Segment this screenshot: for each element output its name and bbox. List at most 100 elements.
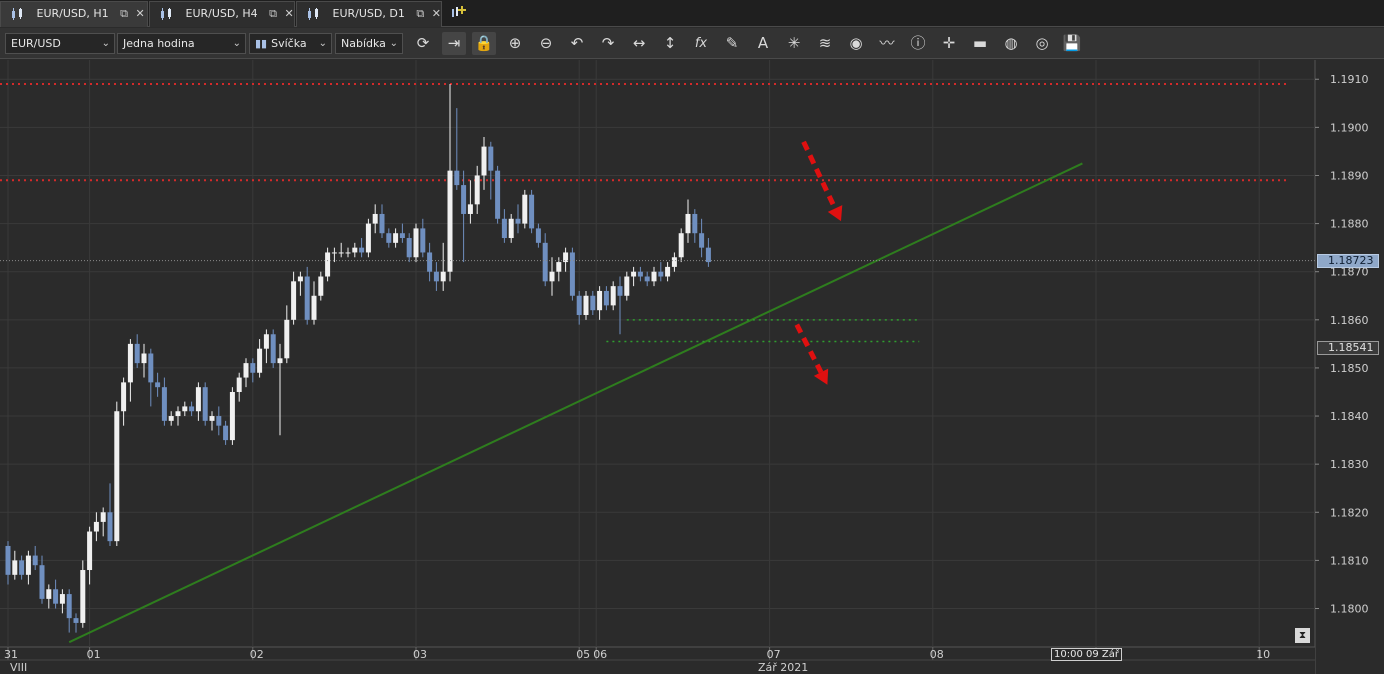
time-tick-label: 02 (250, 648, 264, 661)
candle-body (277, 358, 283, 364)
candle-body (467, 204, 473, 214)
period-select[interactable]: Jedna hodina ⌄ (117, 33, 246, 54)
candle-body (508, 218, 514, 239)
bid-price-tag: 1.18723 (1317, 253, 1379, 268)
save-icon[interactable]: 💾 (1060, 32, 1084, 55)
tab-label: EUR/USD, H4 (185, 7, 258, 20)
tab-label: EUR/USD, D1 (332, 7, 405, 20)
zoom-in-icon[interactable]: ⊕ (503, 32, 527, 55)
price-tick-label: 1.1830 (1330, 458, 1369, 471)
redo-icon[interactable]: ↷ (596, 32, 620, 55)
text-icon[interactable]: A (751, 32, 775, 55)
candle-body (454, 170, 460, 186)
add-chart-icon[interactable] (450, 4, 466, 20)
layers-icon[interactable]: ≋ (813, 32, 837, 55)
candle-body (631, 271, 637, 277)
info-icon[interactable]: ⓘ (906, 32, 930, 55)
chevron-down-icon: ⌄ (389, 38, 398, 49)
candle-body (291, 281, 297, 320)
candle-body (535, 228, 541, 243)
candle-body (243, 363, 249, 378)
time-tick-label: 05 (576, 648, 590, 661)
period-value: Jedna hodina (123, 37, 195, 50)
candle-body (338, 252, 344, 254)
chart-application: EUR/USD, H1 ⧉ ✕ EUR/USD, H4 ⧉ ✕ EUR/USD,… (0, 0, 1384, 674)
candle-body (440, 271, 446, 282)
candle-body (5, 545, 11, 575)
instrument-value: EUR/USD (11, 37, 61, 50)
candle-body (32, 555, 38, 566)
candle-body (304, 276, 310, 320)
eye-icon[interactable]: ◉ (844, 32, 868, 55)
shift-chart-icon[interactable]: ⇥ (442, 32, 466, 55)
candle-body (80, 570, 86, 623)
close-icon[interactable]: ✕ (135, 2, 144, 26)
price-tick-label: 1.1890 (1330, 169, 1369, 182)
candle-body (134, 343, 140, 364)
candle-body (359, 247, 365, 253)
zoom-out-icon[interactable]: ⊖ (534, 32, 558, 55)
price-tick-label: 1.1910 (1330, 73, 1369, 86)
candlestick-icon (12, 8, 22, 20)
candle-body (447, 170, 453, 272)
tab-eurusd-h4[interactable]: EUR/USD, H4 ⧉ ✕ (149, 1, 295, 27)
tab-label: EUR/USD, H1 (36, 7, 109, 20)
candle-body (195, 387, 201, 412)
candle-body (665, 266, 671, 277)
chart-type-select[interactable]: ▮▮ Svíčka ⌄ (249, 33, 332, 54)
chart-type-value: Svíčka (271, 37, 307, 50)
undo-icon[interactable]: ↶ (565, 32, 589, 55)
candle-body (189, 406, 195, 412)
instrument-select[interactable]: EUR/USD ⌄ (5, 33, 115, 54)
chart-canvas[interactable]: 1.1800 1.1810 1.1820 1.1830 1.1840 1.1850 1.18… (0, 60, 1384, 674)
ruler-icon[interactable]: ▬ (968, 32, 992, 55)
tab-eurusd-d1[interactable]: EUR/USD, D1 ⧉ ✕ (296, 1, 442, 27)
candlestick-icon (308, 8, 318, 20)
candle-body (678, 233, 684, 258)
price-tick-label: 1.1850 (1330, 362, 1369, 375)
candlestick-icon (161, 8, 171, 20)
settings-icon[interactable]: ◎ (1030, 32, 1054, 55)
candle-body (386, 233, 392, 243)
candle-body (216, 416, 222, 426)
candle-body (420, 228, 426, 253)
time-sublabel: VIII (10, 661, 27, 674)
candle-body (379, 213, 385, 234)
candle-body (461, 185, 467, 214)
candle-body (114, 411, 120, 542)
vertical-line-icon[interactable]: ↕ (658, 32, 682, 55)
pattern-icon[interactable]: 〰 (875, 32, 899, 55)
close-icon[interactable]: ✕ (432, 2, 441, 26)
price-tick-label: 1.1900 (1330, 121, 1369, 134)
popout-icon[interactable]: ⧉ (416, 2, 424, 26)
tab-eurusd-h1[interactable]: EUR/USD, H1 ⧉ ✕ (0, 1, 148, 27)
popout-icon[interactable]: ⧉ (269, 2, 277, 26)
hourglass-icon[interactable]: ⧗ (1295, 628, 1310, 643)
refresh-icon[interactable]: ⟳ (411, 32, 435, 55)
candle-body (529, 194, 535, 229)
candle-body (644, 276, 650, 282)
candle-body (73, 618, 79, 623)
price-tick-label: 1.1860 (1330, 314, 1369, 327)
candle-body (236, 377, 242, 392)
horizontal-line-icon[interactable]: ↔ (627, 32, 651, 55)
price-tick-label: 1.1820 (1330, 506, 1369, 519)
offer-side-select[interactable]: Nabídka ⌄ (335, 33, 403, 54)
lock-icon[interactable]: 🔒 (472, 32, 496, 55)
cursor-icon[interactable]: ✛ (937, 32, 961, 55)
crosshair-tools-icon[interactable]: ✳ (782, 32, 806, 55)
candle-body (699, 233, 705, 248)
candle-body (617, 286, 623, 296)
candle-body (257, 348, 263, 373)
price-tick-label: 1.1810 (1330, 554, 1369, 567)
paint-icon[interactable]: ◍ (999, 32, 1023, 55)
candle-body (393, 233, 399, 243)
time-tick-label: 08 (930, 648, 944, 661)
candle-body (59, 594, 65, 604)
price-chart[interactable]: 1.1800 1.1810 1.1820 1.1830 1.1840 1.1850 1.18… (0, 60, 1384, 674)
close-icon[interactable]: ✕ (284, 2, 293, 26)
pencil-icon[interactable]: ✎ (720, 32, 744, 55)
candle-body (46, 589, 52, 599)
popout-icon[interactable]: ⧉ (120, 2, 128, 26)
indicators-icon[interactable]: fx (689, 32, 713, 55)
